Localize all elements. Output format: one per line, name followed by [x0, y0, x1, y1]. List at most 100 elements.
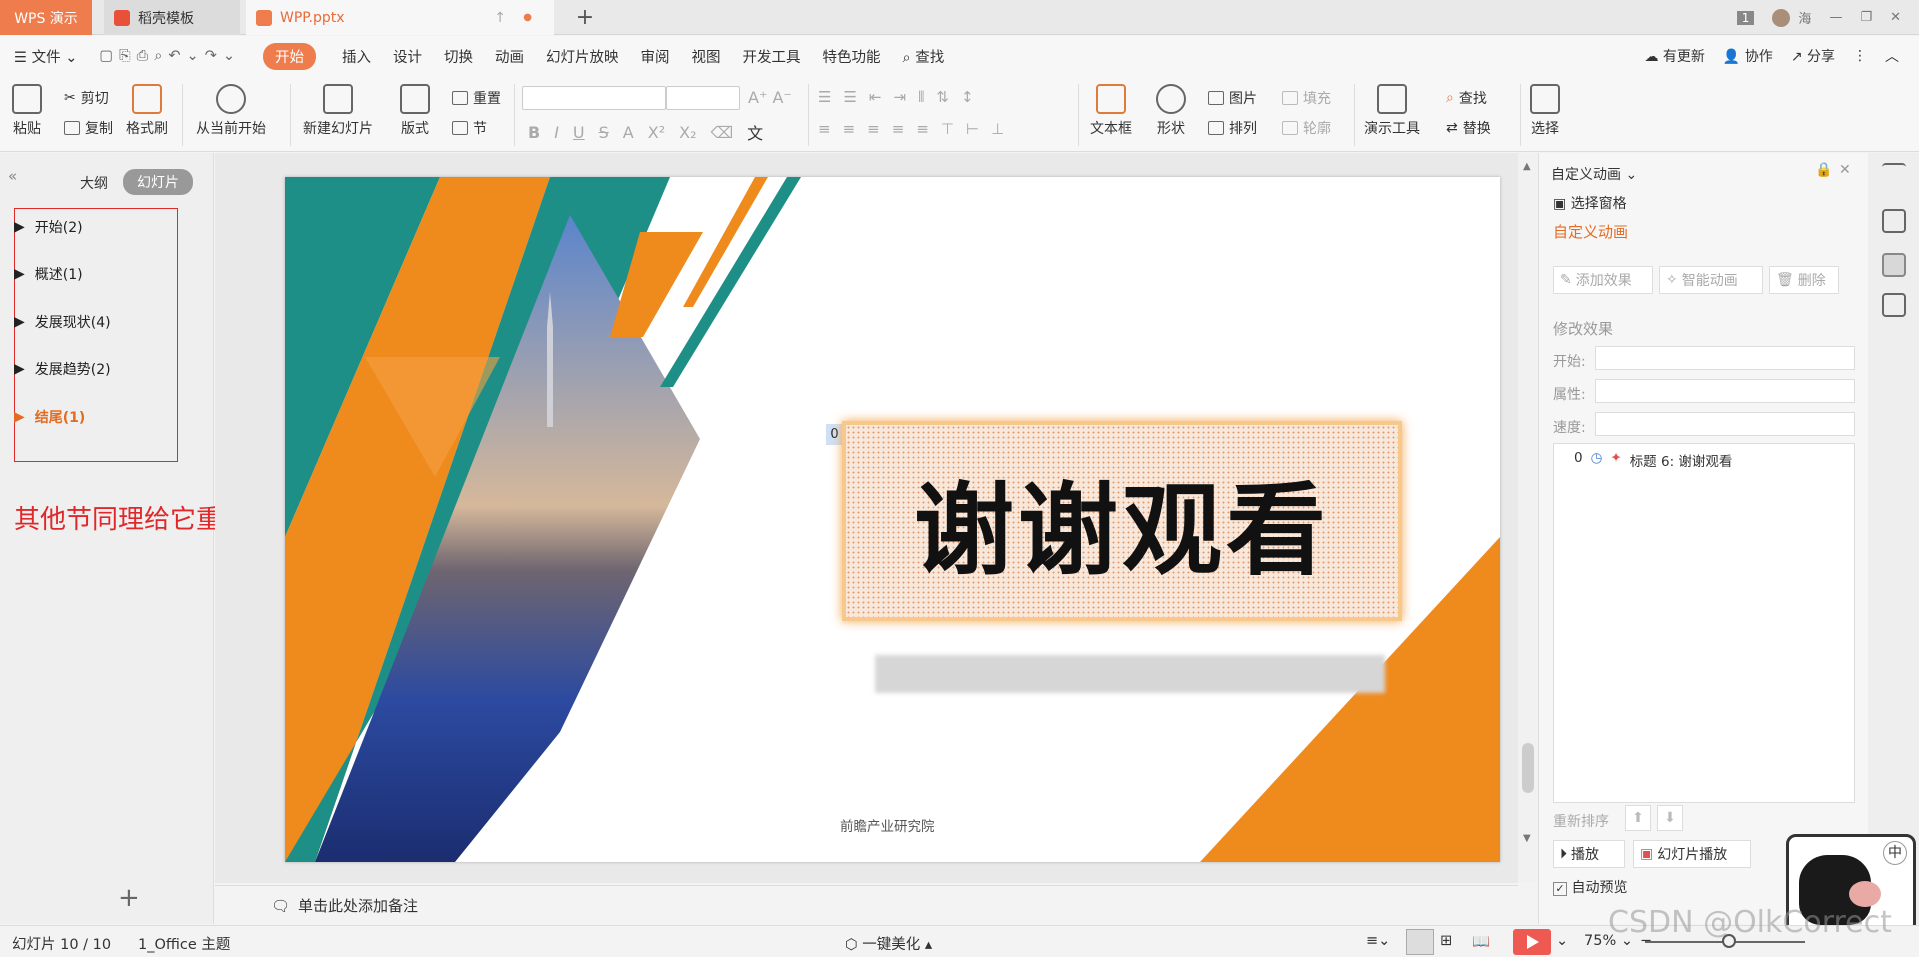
outline-button[interactable]: 轮廓	[1282, 118, 1331, 138]
superscript-button[interactable]: X²	[648, 123, 665, 142]
font-size-select[interactable]	[666, 86, 740, 110]
find-button[interactable]: ⌕ 查找	[1446, 88, 1487, 108]
tab-review[interactable]: 审阅	[641, 46, 670, 67]
paste-button[interactable]: 粘贴	[12, 84, 42, 138]
tab-template[interactable]: 稻壳模板	[104, 0, 240, 35]
collapse-ribbon-icon[interactable]: ︿	[1885, 46, 1899, 66]
copy-button[interactable]: 复制	[64, 118, 113, 138]
transition-icon[interactable]	[1882, 293, 1906, 317]
slide-title-box[interactable]: 谢谢观看	[842, 421, 1402, 621]
align-top-icon[interactable]: ⊤	[941, 120, 954, 138]
notes-toggle-icon[interactable]: ≡⌄	[1366, 933, 1390, 949]
select-button[interactable]: 选择	[1530, 84, 1560, 138]
textbox-button[interactable]: 文本框	[1090, 84, 1132, 138]
close-icon[interactable]: ✕	[1890, 10, 1901, 25]
tab-design[interactable]: 设计	[393, 46, 422, 67]
more-icon[interactable]: ⋮	[1853, 48, 1867, 64]
section-button[interactable]: 节	[452, 118, 487, 138]
move-up-icon[interactable]: ⬆	[1625, 805, 1651, 831]
collaborate-button[interactable]: 👤 协作	[1723, 46, 1773, 66]
shape-button[interactable]: 形状	[1156, 84, 1186, 138]
update-button[interactable]: ☁ 有更新	[1644, 46, 1704, 66]
numbered-list-icon[interactable]: ☰	[843, 88, 856, 106]
new-tab-button[interactable]: +	[570, 0, 600, 35]
format-painter-button[interactable]: 格式刷	[126, 84, 168, 138]
reading-view-icon[interactable]: 📖	[1472, 933, 1490, 950]
tab-file[interactable]: WPP.pptx ↑ ●	[246, 0, 554, 35]
paragraph-list-buttons[interactable]: ☰ ☰ ⇤ ⇥ ⫴ ⇅ ↕	[818, 88, 974, 106]
picture-button[interactable]: 图片	[1208, 88, 1257, 108]
font-family-select[interactable]	[522, 86, 666, 110]
settings-sliders-icon[interactable]	[1882, 209, 1906, 233]
menu-search[interactable]: ⌕ 查找	[903, 46, 945, 67]
section-item[interactable]: ▶ 发展现状(4)	[14, 312, 111, 332]
add-effect-button[interactable]: ✎ 添加效果	[1553, 266, 1653, 294]
reset-button[interactable]: 重置	[452, 88, 501, 108]
avatar[interactable]	[1772, 8, 1791, 27]
slide-footer-text[interactable]: 前瞻产业研究院	[840, 815, 935, 835]
scroll-up-icon[interactable]: ▲	[1523, 161, 1531, 172]
underline-button[interactable]: U	[573, 123, 585, 142]
add-slide-icon[interactable]: +	[118, 883, 140, 913]
slide[interactable]: 0 谢谢观看 前瞻产业研究院	[285, 177, 1500, 862]
tab-slides[interactable]: 幻灯片	[123, 169, 193, 195]
align-bottom-icon[interactable]: ⊥	[991, 120, 1004, 138]
quick-access-toolbar[interactable]: ▢⎘⎙⌕↶⌄↷⌄	[99, 48, 241, 64]
cut-button[interactable]: ✂ 剪切	[64, 88, 109, 108]
theme-name[interactable]: 1_Office 主题	[138, 933, 230, 954]
tab-transition[interactable]: 切换	[444, 46, 473, 67]
italic-button[interactable]: I	[554, 123, 559, 142]
align-left-icon[interactable]: ≡	[818, 120, 831, 138]
upload-icon[interactable]: ↑	[494, 10, 506, 26]
notes-bar[interactable]: 🗨 单击此处添加备注	[215, 885, 1518, 925]
subscript-button[interactable]: X₂	[679, 123, 696, 142]
layout-button[interactable]: 版式	[400, 84, 430, 138]
ime-language-badge[interactable]: 中	[1883, 841, 1907, 865]
replace-button[interactable]: ⇄ 替换	[1446, 118, 1491, 138]
paragraph-align-buttons[interactable]: ≡ ≡ ≡ ≡ ≡ ⊤ ⊢ ⊥	[818, 120, 1004, 138]
move-down-icon[interactable]: ⬇	[1657, 805, 1683, 831]
section-item[interactable]: ▶ 概述(1)	[14, 264, 83, 284]
arrange-button[interactable]: 排列	[1208, 118, 1257, 138]
bold-button[interactable]: B	[528, 123, 540, 142]
delete-button[interactable]: 🗑 删除	[1769, 266, 1839, 294]
tab-outline[interactable]: 大纲	[80, 173, 108, 193]
section-item[interactable]: ▶ 开始(2)	[14, 217, 83, 237]
bullet-list-icon[interactable]: ☰	[818, 88, 831, 106]
property-select[interactable]	[1595, 379, 1855, 403]
tab-start[interactable]: 开始	[263, 42, 316, 70]
animation-index-tag[interactable]: 0	[826, 424, 843, 445]
minimize-icon[interactable]: —	[1829, 10, 1842, 25]
close-icon[interactable]: ✕	[1839, 162, 1851, 178]
share-button[interactable]: ↗ 分享	[1791, 46, 1835, 66]
eraser-icon[interactable]: ⌫	[711, 123, 734, 142]
tab-wps-app[interactable]: WPS 演示	[0, 0, 92, 35]
auto-preview-checkbox[interactable]: ✓ 自动预览	[1553, 877, 1627, 897]
tab-developer[interactable]: 开发工具	[743, 46, 801, 67]
columns-icon[interactable]: ⫴	[918, 88, 924, 106]
tab-animation[interactable]: 动画	[495, 46, 524, 67]
align-center-icon[interactable]: ≡	[843, 120, 856, 138]
panel-header[interactable]: 自定义动画 ⌄	[1551, 164, 1637, 184]
font-size-step-buttons[interactable]: A⁺ A⁻	[748, 88, 792, 107]
file-menu[interactable]: ☰ 文件 ⌄	[14, 46, 77, 67]
align-middle-icon[interactable]: ⊢	[966, 120, 979, 138]
present-tools-button[interactable]: 演示工具	[1364, 84, 1420, 138]
tab-view[interactable]: 视图	[692, 46, 721, 67]
user-name[interactable]: 海	[1798, 8, 1811, 27]
indent-icon[interactable]: ⇥	[893, 88, 906, 106]
outdent-icon[interactable]: ⇤	[869, 88, 882, 106]
play-options-icon[interactable]: ⌄	[1556, 933, 1568, 949]
beautify-button[interactable]: ⬡ 一键美化 ▴	[845, 933, 932, 954]
subtitle-placeholder[interactable]	[875, 655, 1385, 693]
slideshow-button[interactable]: ▣ 幻灯片播放	[1633, 840, 1751, 868]
smart-animation-button[interactable]: ✧ 智能动画	[1659, 266, 1763, 294]
scroll-down-icon[interactable]: ▼	[1523, 833, 1531, 844]
justify-icon[interactable]: ≡	[892, 120, 905, 138]
phonetic-button[interactable]: 文	[747, 120, 763, 144]
tab-slideshow[interactable]: 幻灯片放映	[546, 46, 619, 67]
animation-list[interactable]: 0 ◷ ✦ 标题 6: 谢谢观看	[1553, 443, 1855, 803]
new-slide-button[interactable]: 新建幻灯片	[303, 84, 373, 138]
distribute-icon[interactable]: ≡	[916, 120, 929, 138]
start-select[interactable]	[1595, 346, 1855, 370]
